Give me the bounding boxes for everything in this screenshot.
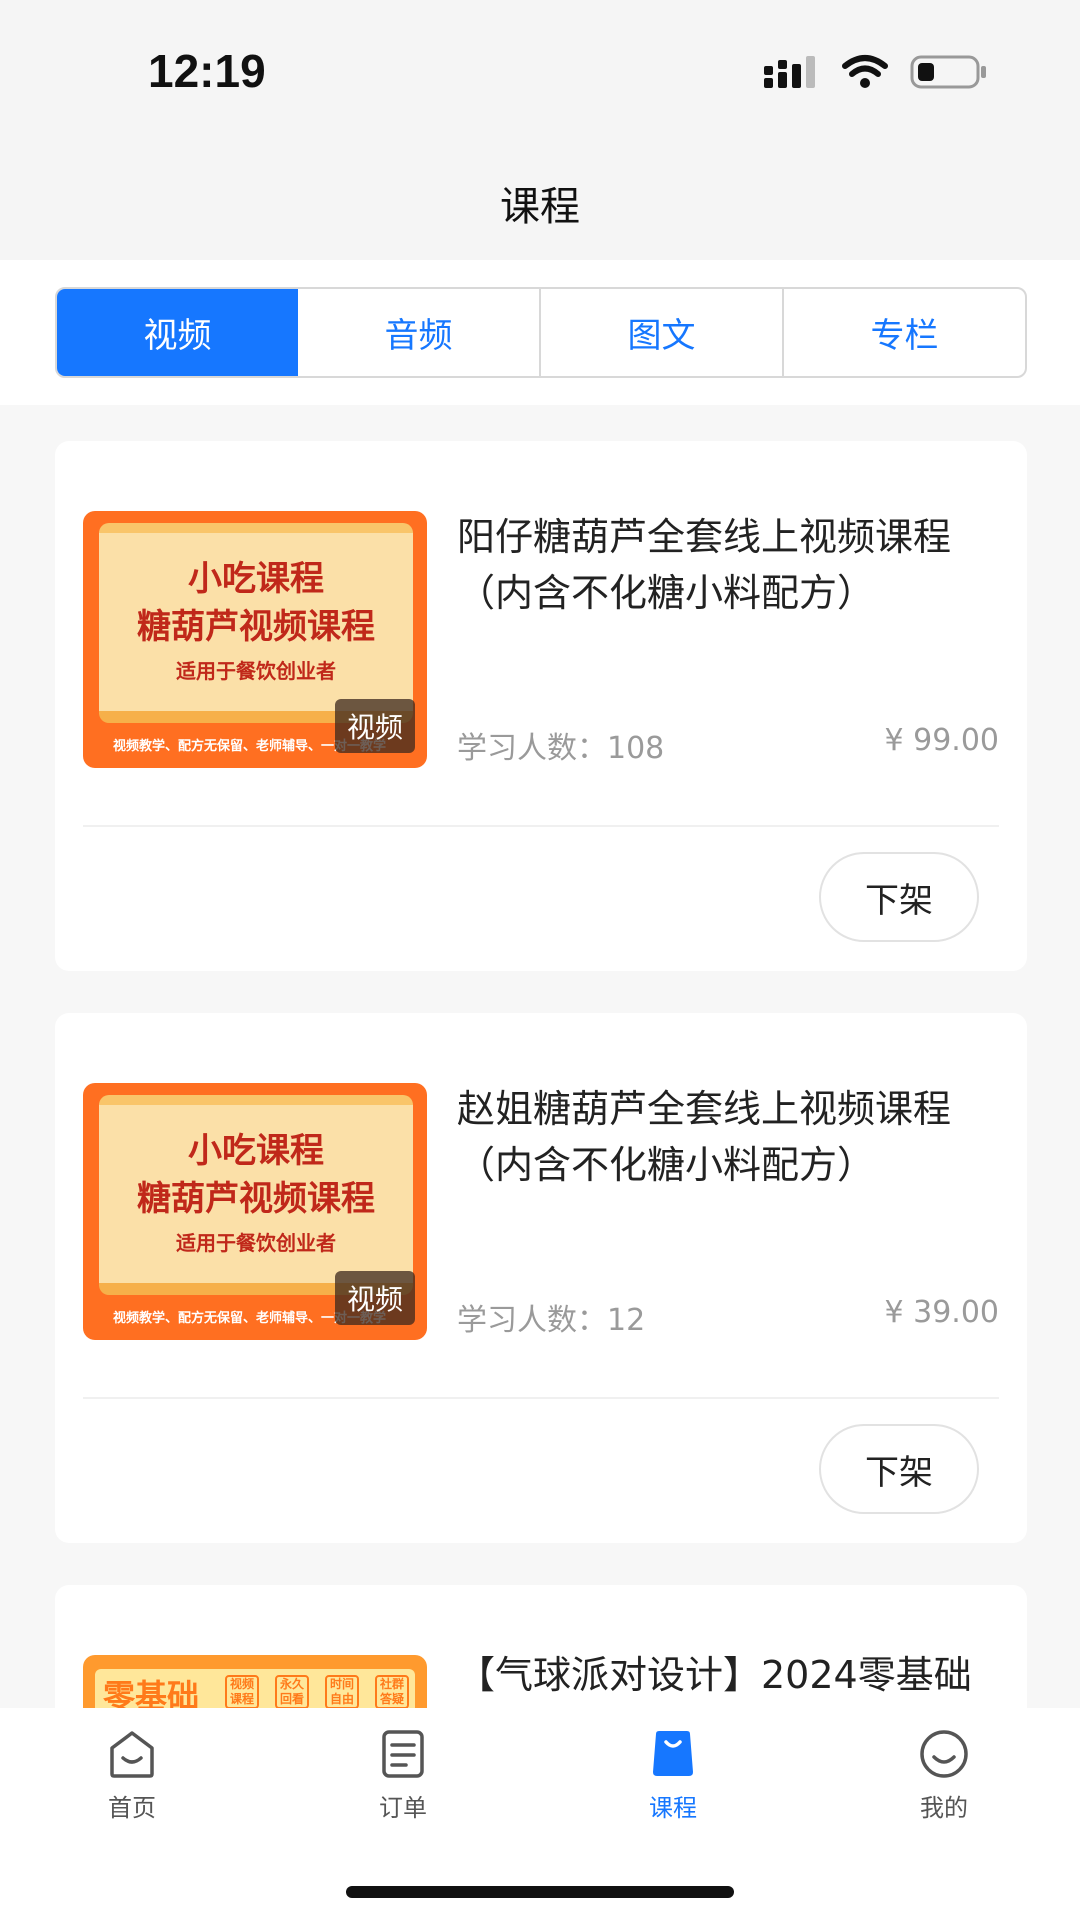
content-type-tabs-container: 视频 音频 图文 专栏 bbox=[0, 260, 1080, 405]
status-time: 12:19 bbox=[148, 45, 266, 97]
delist-button[interactable]: 下架 bbox=[819, 1424, 979, 1514]
course-title[interactable]: 【气球派对设计】2024零基础 bbox=[457, 1647, 997, 1703]
thumbnail-chip: 永久回看 bbox=[275, 1675, 309, 1709]
video-badge: 视频 bbox=[335, 1271, 415, 1325]
thumbnail-subheadline: 糖葫芦视频课程 bbox=[137, 1179, 375, 1219]
card-divider bbox=[83, 825, 999, 827]
wifi-icon bbox=[842, 55, 888, 88]
video-badge: 视频 bbox=[335, 699, 415, 753]
nav-label-profile: 我的 bbox=[920, 1794, 968, 1822]
course-title[interactable]: 赵姐糖葫芦全套线上视频课程（内含不化糖小料配方） bbox=[457, 1081, 997, 1193]
thumbnail-headline: 小吃课程 bbox=[188, 559, 324, 599]
delist-button[interactable]: 下架 bbox=[819, 852, 979, 942]
course-price: ¥ 39.00 bbox=[884, 1295, 999, 1330]
thumbnail-headline: 小吃课程 bbox=[188, 1131, 324, 1171]
nav-item-courses[interactable]: 课程 bbox=[613, 1728, 733, 1823]
thumbnail-tagline: 适用于餐饮创业者 bbox=[176, 659, 336, 683]
thumbnail-chip: 社群答疑 bbox=[375, 1675, 409, 1709]
course-thumbnail[interactable]: 小吃课程 糖葫芦视频课程 适用于餐饮创业者 视频教学、配方无保留、老师辅导、一对… bbox=[83, 1083, 427, 1340]
order-icon bbox=[382, 1730, 424, 1778]
course-card[interactable]: 小吃课程 糖葫芦视频课程 适用于餐饮创业者 视频教学、配方无保留、老师辅导、一对… bbox=[55, 1013, 1027, 1543]
tab-audio[interactable]: 音频 bbox=[298, 289, 541, 376]
nav-label-orders: 订单 bbox=[379, 1794, 427, 1822]
course-bag-icon bbox=[653, 1731, 693, 1776]
nav-label-courses: 课程 bbox=[649, 1794, 697, 1822]
tab-column[interactable]: 专栏 bbox=[784, 289, 1025, 376]
battery-icon bbox=[910, 55, 986, 89]
course-price: ¥ 99.00 bbox=[884, 723, 999, 758]
page-header: 课程 bbox=[0, 146, 1080, 260]
learner-count: 学习人数：108 bbox=[457, 731, 665, 766]
cellular-signal-icon bbox=[764, 56, 815, 88]
page-title: 课程 bbox=[500, 184, 580, 230]
home-icon bbox=[110, 1731, 154, 1778]
thumbnail-scroll-banner: 小吃课程 糖葫芦视频课程 适用于餐饮创业者 bbox=[99, 1095, 413, 1295]
home-indicator bbox=[346, 1886, 734, 1898]
status-icons bbox=[764, 52, 988, 92]
tab-article[interactable]: 图文 bbox=[541, 289, 784, 376]
nav-item-home[interactable]: 首页 bbox=[72, 1728, 192, 1823]
thumbnail-chip: 视频课程 bbox=[225, 1675, 259, 1709]
course-thumbnail[interactable]: 小吃课程 糖葫芦视频课程 适用于餐饮创业者 视频教学、配方无保留、老师辅导、一对… bbox=[83, 511, 427, 768]
nav-label-home: 首页 bbox=[108, 1794, 156, 1822]
course-title[interactable]: 阳仔糖葫芦全套线上视频课程（内含不化糖小料配方） bbox=[457, 509, 997, 621]
learner-count: 学习人数：12 bbox=[457, 1303, 646, 1338]
course-card[interactable]: 小吃课程 糖葫芦视频课程 适用于餐饮创业者 视频教学、配方无保留、老师辅导、一对… bbox=[55, 441, 1027, 971]
thumbnail-subheadline: 糖葫芦视频课程 bbox=[137, 607, 375, 647]
content-type-tabs: 视频 音频 图文 专栏 bbox=[55, 287, 1027, 378]
thumbnail-tagline: 适用于餐饮创业者 bbox=[176, 1231, 336, 1255]
thumbnail-chip: 时间自由 bbox=[325, 1675, 359, 1709]
tab-video[interactable]: 视频 bbox=[57, 289, 298, 376]
nav-item-orders[interactable]: 订单 bbox=[343, 1728, 463, 1823]
card-divider bbox=[83, 1397, 999, 1399]
status-bar: 12:19 bbox=[0, 0, 1080, 146]
thumbnail-scroll-banner: 小吃课程 糖葫芦视频课程 适用于餐饮创业者 bbox=[99, 523, 413, 723]
nav-item-profile[interactable]: 我的 bbox=[884, 1728, 1004, 1823]
smile-face-icon bbox=[920, 1730, 968, 1778]
